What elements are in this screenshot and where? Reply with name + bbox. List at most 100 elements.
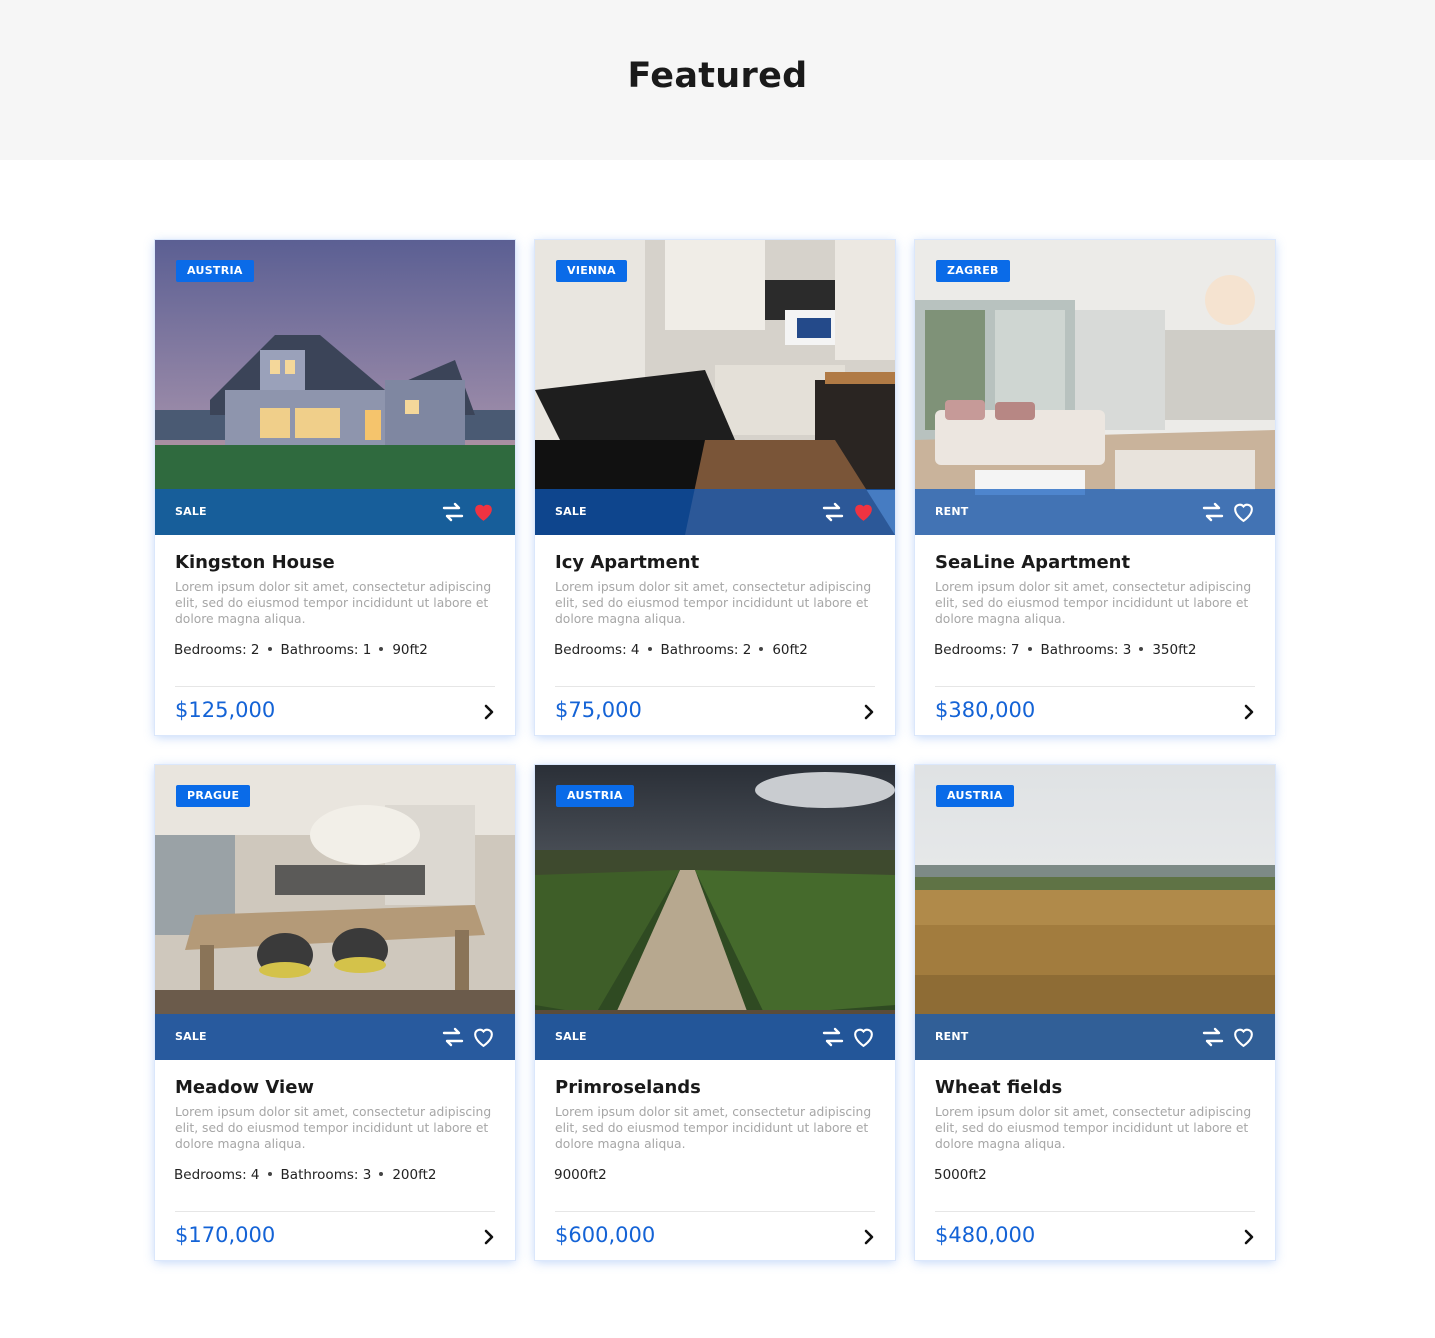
- listing-title[interactable]: Icy Apartment: [555, 552, 699, 573]
- listing-price: $600,000: [555, 1223, 656, 1247]
- compare-icon[interactable]: [1201, 500, 1225, 524]
- favorite-heart-icon[interactable]: [471, 1024, 496, 1049]
- favorite-heart-icon[interactable]: [1231, 499, 1256, 524]
- deal-type-label: SALE: [555, 505, 587, 518]
- listing-specs: 9000ft2: [554, 1167, 607, 1183]
- divider: [555, 1211, 875, 1212]
- chevron-right-icon[interactable]: [861, 1227, 877, 1247]
- chevron-right-icon[interactable]: [1241, 1227, 1257, 1247]
- listing-card[interactable]: ZAGREB RENT SeaLine Apartment Lorem ipsu…: [915, 240, 1275, 735]
- spec-item: Bedrooms: 7: [934, 642, 1020, 658]
- location-tag[interactable]: AUSTRIA: [176, 260, 254, 282]
- location-tag[interactable]: VIENNA: [556, 260, 627, 282]
- deal-type-label: SALE: [555, 1030, 587, 1043]
- favorite-heart-icon[interactable]: [471, 499, 496, 524]
- compare-icon[interactable]: [441, 500, 465, 524]
- listing-description: Lorem ipsum dolor sit amet, consectetur …: [935, 1105, 1252, 1151]
- spec-item: 350ft2: [1152, 642, 1197, 658]
- listing-title[interactable]: Meadow View: [175, 1077, 314, 1098]
- deal-type-label: RENT: [935, 1030, 969, 1043]
- listing-title[interactable]: SeaLine Apartment: [935, 552, 1130, 573]
- listing-photo[interactable]: AUSTRIA RENT: [915, 765, 1275, 1060]
- divider: [935, 686, 1255, 687]
- listing-photo[interactable]: PRAGUE SALE: [155, 765, 515, 1060]
- location-tag[interactable]: ZAGREB: [936, 260, 1010, 282]
- spec-item: Bedrooms: 4: [174, 1167, 260, 1183]
- spec-separator: [1139, 647, 1144, 651]
- listing-specs: Bedrooms: 4 Bathrooms: 2 60ft2: [554, 642, 808, 658]
- listing-card[interactable]: AUSTRIA SALE Primroselands Lorem ipsum d…: [535, 765, 895, 1260]
- spec-item: 200ft2: [392, 1167, 437, 1183]
- spec-separator: [1027, 647, 1032, 651]
- compare-icon[interactable]: [1201, 1025, 1225, 1049]
- listing-specs: 5000ft2: [934, 1167, 987, 1183]
- spec-item: 9000ft2: [554, 1167, 607, 1183]
- listing-action-bar: SALE: [155, 489, 515, 535]
- spec-separator: [759, 647, 764, 651]
- divider: [175, 686, 495, 687]
- compare-icon[interactable]: [441, 1025, 465, 1049]
- listing-price: $380,000: [935, 698, 1036, 722]
- featured-header: Featured: [0, 0, 1435, 160]
- listing-card[interactable]: PRAGUE SALE Meadow View Lorem ipsum dolo…: [155, 765, 515, 1260]
- listing-title[interactable]: Kingston House: [175, 552, 335, 573]
- listing-title[interactable]: Wheat fields: [935, 1077, 1062, 1098]
- listing-specs: Bedrooms: 7 Bathrooms: 3 350ft2: [934, 642, 1196, 658]
- deal-type-label: SALE: [175, 1030, 207, 1043]
- chevron-right-icon[interactable]: [481, 1227, 497, 1247]
- location-tag[interactable]: PRAGUE: [176, 785, 251, 807]
- spec-item: 90ft2: [392, 642, 428, 658]
- listing-description: Lorem ipsum dolor sit amet, consectetur …: [555, 580, 872, 626]
- listing-photo[interactable]: AUSTRIA SALE: [535, 765, 895, 1060]
- spec-item: Bedrooms: 2: [174, 642, 260, 658]
- listing-specs: Bedrooms: 4 Bathrooms: 3 200ft2: [174, 1167, 436, 1183]
- spec-item: Bathrooms: 2: [660, 642, 752, 658]
- listing-photo[interactable]: VIENNA SALE: [535, 240, 895, 535]
- listing-card[interactable]: AUSTRIA SALE Kingston House Lorem ipsum …: [155, 240, 515, 735]
- spec-separator: [267, 1172, 272, 1176]
- favorite-heart-icon[interactable]: [1231, 1024, 1256, 1049]
- spec-item: Bathrooms: 3: [280, 1167, 372, 1183]
- listing-price: $125,000: [175, 698, 276, 722]
- location-tag[interactable]: AUSTRIA: [556, 785, 634, 807]
- spec-item: 5000ft2: [934, 1167, 987, 1183]
- listing-description: Lorem ipsum dolor sit amet, consectetur …: [175, 580, 492, 626]
- listing-description: Lorem ipsum dolor sit amet, consectetur …: [175, 1105, 492, 1151]
- chevron-right-icon[interactable]: [861, 702, 877, 722]
- listing-price: $480,000: [935, 1223, 1036, 1247]
- chevron-right-icon[interactable]: [481, 702, 497, 722]
- listing-action-bar: RENT: [915, 1014, 1275, 1060]
- listing-price: $75,000: [555, 698, 642, 722]
- listing-card[interactable]: AUSTRIA RENT Wheat fields Lorem ipsum do…: [915, 765, 1275, 1260]
- listing-action-bar: SALE: [155, 1014, 515, 1060]
- spec-item: Bedrooms: 4: [554, 642, 640, 658]
- compare-icon[interactable]: [821, 1025, 845, 1049]
- spec-item: Bathrooms: 1: [280, 642, 372, 658]
- divider: [555, 686, 875, 687]
- divider: [935, 1211, 1255, 1212]
- compare-icon[interactable]: [821, 500, 845, 524]
- favorite-heart-icon[interactable]: [851, 1024, 876, 1049]
- spec-separator: [647, 647, 652, 651]
- listing-action-bar: SALE: [535, 489, 895, 535]
- listing-photo[interactable]: ZAGREB RENT: [915, 240, 1275, 535]
- listing-card[interactable]: VIENNA SALE Icy Apartment Lorem ipsum do…: [535, 240, 895, 735]
- spec-separator: [379, 647, 384, 651]
- listing-description: Lorem ipsum dolor sit amet, consectetur …: [935, 580, 1252, 626]
- spec-item: 60ft2: [772, 642, 808, 658]
- listing-description: Lorem ipsum dolor sit amet, consectetur …: [555, 1105, 872, 1151]
- listing-title[interactable]: Primroselands: [555, 1077, 701, 1098]
- page-title: Featured: [627, 56, 808, 96]
- deal-type-label: SALE: [175, 505, 207, 518]
- divider: [175, 1211, 495, 1212]
- listing-price: $170,000: [175, 1223, 276, 1247]
- favorite-heart-icon[interactable]: [851, 499, 876, 524]
- listing-specs: Bedrooms: 2 Bathrooms: 1 90ft2: [174, 642, 428, 658]
- deal-type-label: RENT: [935, 505, 969, 518]
- listing-photo[interactable]: AUSTRIA SALE: [155, 240, 515, 535]
- chevron-right-icon[interactable]: [1241, 702, 1257, 722]
- location-tag[interactable]: AUSTRIA: [936, 785, 1014, 807]
- listing-action-bar: SALE: [535, 1014, 895, 1060]
- spec-separator: [379, 1172, 384, 1176]
- listing-action-bar: RENT: [915, 489, 1275, 535]
